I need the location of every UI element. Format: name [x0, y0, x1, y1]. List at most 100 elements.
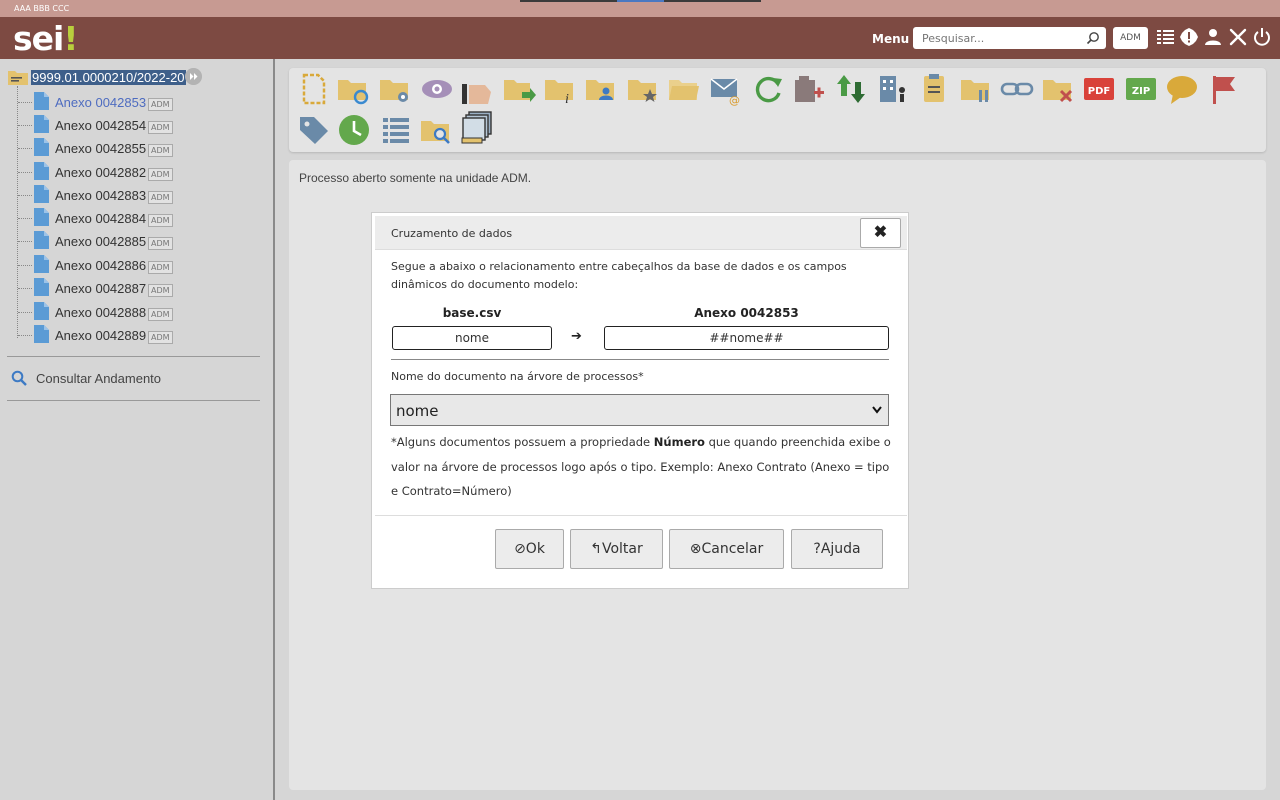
zip-icon[interactable]: ZIP	[1124, 72, 1158, 106]
tree-item[interactable]: Anexo 0042853 ADM	[18, 91, 268, 113]
target-field: ##nome##	[604, 326, 889, 350]
close-icon: ✖	[873, 224, 888, 241]
folder-sync-icon[interactable]	[336, 72, 370, 106]
close-button[interactable]: ✖	[860, 218, 901, 248]
power-icon[interactable]	[1252, 27, 1272, 47]
help-note: *Alguns documentos possuem a propriedade…	[391, 435, 891, 498]
document-name-select[interactable]: nome	[390, 394, 889, 426]
tree-item-label[interactable]: Anexo 0042889	[55, 328, 146, 343]
search-icon[interactable]	[1086, 31, 1100, 45]
tree-item[interactable]: Anexo 0042885 ADM	[18, 230, 268, 252]
source-column-header: base.csv	[442, 306, 502, 320]
cancel-circle-icon: ⊗	[689, 541, 702, 557]
folder-close-icon[interactable]	[1041, 72, 1075, 106]
dialog-description: Segue a abaixo o relacionamento entre ca…	[391, 260, 847, 291]
email-icon[interactable]: @	[709, 72, 743, 106]
consult-progress-label[interactable]: Consultar Andamento	[36, 371, 161, 386]
tree-item-label[interactable]: Anexo 0042884	[55, 211, 146, 226]
tree-item[interactable]: Anexo 0042884 ADM	[18, 207, 268, 229]
tree-item[interactable]: Anexo 0042887 ADM	[18, 277, 268, 299]
document-icon	[34, 231, 49, 249]
tree-item-label[interactable]: Anexo 0042882	[55, 165, 146, 180]
cancel-button[interactable]: ⊗Cancelar	[669, 529, 784, 569]
process-number[interactable]: 9999.01.0000210/2022-20	[31, 70, 186, 85]
svg-text:i: i	[565, 92, 569, 106]
relate-process-icon[interactable]	[834, 72, 868, 106]
document-name-label: Nome do documento na árvore de processos…	[391, 370, 644, 383]
folder-open-icon[interactable]	[667, 72, 701, 106]
list-icon[interactable]	[1156, 27, 1176, 47]
tree-item-label[interactable]: Anexo 0042888	[55, 305, 146, 320]
document-name-value: nome	[396, 402, 439, 420]
document-icon	[34, 162, 49, 180]
help-button[interactable]: ?Ajuda	[791, 529, 883, 569]
unit-badge: ADM	[148, 284, 173, 297]
org-label: AAA BBB CCC	[14, 4, 70, 13]
tree-item-label[interactable]: Anexo 0042853	[55, 95, 146, 110]
chevron-down-icon	[872, 406, 882, 414]
action-toolbar: i @ PDF ZIP	[289, 68, 1266, 152]
help-icon: ?	[813, 541, 821, 557]
clock-icon[interactable]	[337, 113, 371, 147]
folder-search-icon[interactable]	[419, 113, 453, 147]
tree-item-label[interactable]: Anexo 0042886	[55, 258, 146, 273]
add-document-icon[interactable]	[792, 72, 826, 106]
comment-icon[interactable]	[1165, 72, 1199, 106]
note-icon[interactable]	[917, 72, 951, 106]
panel-splitter[interactable]	[273, 59, 275, 800]
tree-item[interactable]: Anexo 0042882 ADM	[18, 161, 268, 183]
refresh-icon[interactable]	[751, 72, 785, 106]
svg-text:PDF: PDF	[1088, 86, 1110, 97]
back-button[interactable]: ↰Voltar	[570, 529, 663, 569]
status-message: Processo aberto somente na unidade ADM.	[299, 171, 532, 185]
new-document-icon[interactable]	[297, 72, 331, 106]
unit-button[interactable]: ADM	[1113, 27, 1148, 49]
svg-text:ZIP: ZIP	[1132, 86, 1150, 97]
document-icon	[34, 185, 49, 203]
sign-icon[interactable]	[461, 72, 495, 106]
tools-icon[interactable]	[1228, 27, 1248, 47]
mass-documents-icon[interactable]	[460, 110, 494, 144]
list-view-icon[interactable]	[379, 113, 413, 147]
sei-logo[interactable]: sei!	[13, 19, 78, 58]
tree-item-label[interactable]: Anexo 0042855	[55, 141, 146, 156]
ok-button[interactable]: ⊘Ok	[495, 529, 564, 569]
tree-item-label[interactable]: Anexo 0042854	[55, 118, 146, 133]
tree-item[interactable]: Anexo 0042888 ADM	[18, 301, 268, 323]
source-field: nome	[392, 326, 552, 350]
organization-icon[interactable]	[876, 72, 910, 106]
process-tree-panel: 9999.01.0000210/2022-20 Anexo 0042853 AD…	[0, 59, 273, 800]
folder-settings-icon[interactable]	[378, 72, 412, 106]
tree-item-label[interactable]: Anexo 0042887	[55, 281, 146, 296]
folder-info-icon[interactable]: i	[543, 72, 577, 106]
tree-item-label[interactable]: Anexo 0042883	[55, 188, 146, 203]
link-icon[interactable]	[1000, 72, 1034, 106]
divider	[7, 400, 260, 401]
folder-pause-icon[interactable]	[959, 72, 993, 106]
tree-item[interactable]: Anexo 0042883 ADM	[18, 184, 268, 206]
view-icon[interactable]	[420, 72, 454, 106]
consult-progress-link[interactable]: Consultar Andamento	[11, 369, 251, 387]
menu-button[interactable]: Menu	[872, 32, 909, 46]
search-icon	[11, 370, 27, 386]
user-icon[interactable]	[1203, 27, 1223, 47]
folder-user-icon[interactable]	[584, 72, 618, 106]
unit-badge: ADM	[148, 261, 173, 274]
alert-icon[interactable]	[1179, 27, 1199, 47]
data-merge-dialog: Cruzamento de dados ✖ Segue a abaixo o r…	[371, 212, 909, 589]
tag-icon[interactable]	[297, 113, 331, 147]
flag-icon[interactable]	[1207, 72, 1241, 106]
folder-star-icon[interactable]	[626, 72, 660, 106]
unit-badge: ADM	[148, 144, 173, 157]
send-process-icon[interactable]	[502, 72, 536, 106]
search-input[interactable]	[913, 27, 1078, 49]
pdf-icon[interactable]: PDF	[1082, 72, 1116, 106]
tree-item-label[interactable]: Anexo 0042885	[55, 234, 146, 249]
tree-item[interactable]: Anexo 0042854 ADM	[18, 114, 268, 136]
tree-item[interactable]: Anexo 0042889 ADM	[18, 324, 268, 346]
dialog-title: Cruzamento de dados	[391, 227, 513, 240]
divider	[391, 359, 889, 360]
tree-item[interactable]: Anexo 0042886 ADM	[18, 254, 268, 276]
tree-item[interactable]: Anexo 0042855 ADM	[18, 137, 268, 159]
expand-icon[interactable]	[185, 68, 202, 85]
